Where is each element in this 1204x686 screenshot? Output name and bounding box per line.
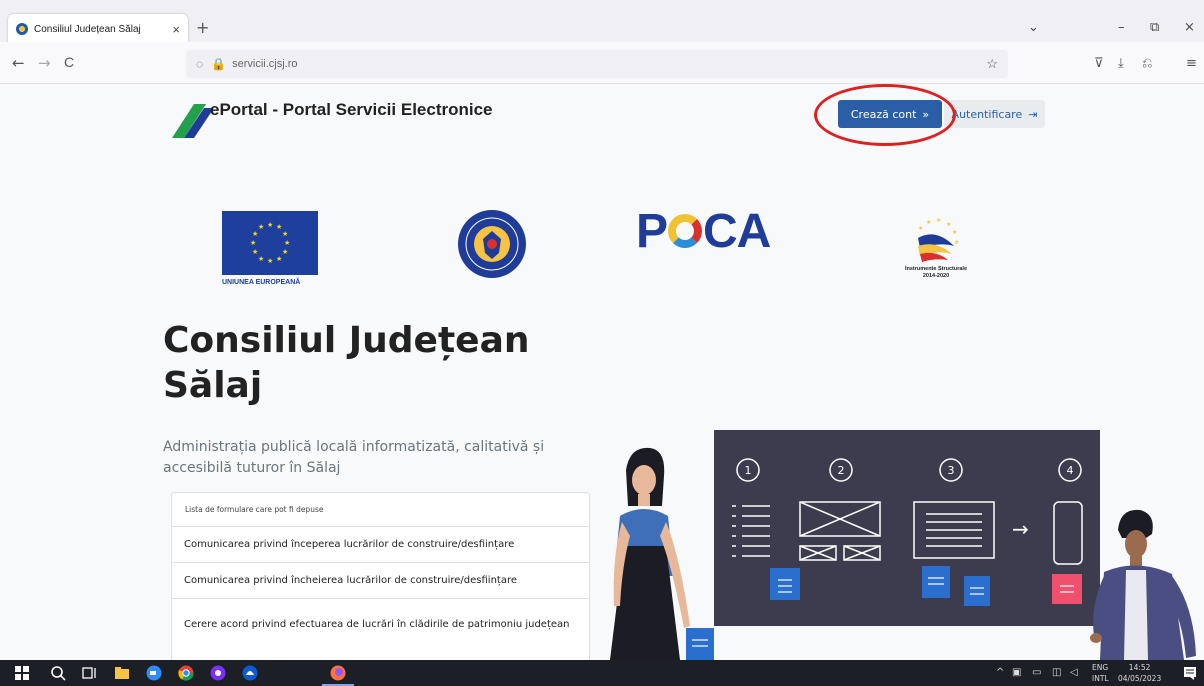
svg-text:★: ★ [276, 255, 282, 263]
create-account-label: Crează cont [850, 107, 917, 121]
address-bar[interactable]: ◌ 🔒 servicii.cjsj.ro ☆ [186, 50, 1008, 78]
restore-button[interactable]: ⧉ [1150, 20, 1159, 35]
svg-text:★: ★ [282, 230, 288, 238]
step-number: 1 [745, 464, 752, 477]
notifications-icon[interactable] [1182, 665, 1198, 681]
eu-flag-logo: ★ ★★ ★★★ ★★★ ★★★ [222, 211, 318, 275]
minimize-button[interactable]: – [1118, 20, 1125, 35]
government-seal-logo [458, 210, 526, 278]
tracking-shield-icon[interactable]: ◌ [196, 57, 203, 71]
step-number: 2 [838, 464, 845, 477]
extensions-icon[interactable]: ⎌ [1142, 56, 1152, 71]
step-number: 4 [1067, 464, 1074, 477]
process-illustration: 1 2 3 4 → [610, 430, 1196, 660]
bookmark-star-icon[interactable]: ☆ [986, 56, 998, 72]
forward-button[interactable]: → [38, 54, 51, 72]
input-language[interactable]: ENG INTL [1092, 662, 1109, 684]
zoom-icon[interactable] [146, 665, 162, 681]
svg-text:★: ★ [952, 229, 957, 236]
step-number: 3 [948, 464, 955, 477]
svg-text:★: ★ [250, 239, 256, 247]
sign-in-icon: ⇥ [1028, 107, 1038, 121]
svg-text:★: ★ [918, 225, 923, 232]
reload-button[interactable]: C [64, 54, 74, 70]
eu-caption: UNIUNEA EUROPEANĂ [222, 279, 301, 286]
structural-instruments-logo: ★ ★★ ★★★ [918, 217, 959, 262]
network-icon[interactable]: ◫ [1052, 667, 1061, 678]
store-app-icon[interactable] [242, 665, 258, 681]
woman-figure [610, 447, 690, 660]
system-clock[interactable]: 14:52 04/05/2023 [1118, 662, 1161, 684]
windows-taskbar: ^ ▣ ▭ ◫ ◁ ENG INTL 14:52 04/05/2023 [0, 660, 1204, 686]
browser-tab-bar: Consiliul Județean Sălaj × + ⌄ – ⧉ × [0, 0, 1204, 44]
double-chevron-right-icon: » [922, 107, 930, 121]
svg-text:★: ★ [282, 248, 288, 256]
page-content: ePortal - Portal Servicii Electronice Cr… [0, 84, 1204, 660]
tray-chevron-icon[interactable]: ^ [996, 667, 1004, 678]
forms-list-card: Lista de formulare care pot fi depuse Co… [171, 492, 590, 660]
app-menu-icon[interactable]: ≡ [1186, 56, 1197, 71]
svg-text:★: ★ [936, 217, 941, 224]
svg-text:★: ★ [926, 219, 931, 226]
site-brand-title[interactable]: ePortal - Portal Servicii Electronice [210, 100, 493, 120]
svg-text:★: ★ [946, 221, 951, 228]
poca-ring-icon [668, 214, 703, 248]
login-label: Autentificare [951, 107, 1023, 121]
eportal-logo-icon[interactable] [170, 98, 212, 140]
chrome-icon[interactable] [178, 665, 194, 681]
form-list-item[interactable]: Cerere acord privind efectuarea de lucră… [172, 599, 589, 651]
pocket-icon[interactable]: ⊽ [1094, 56, 1104, 71]
url-text[interactable]: servicii.cjsj.ro [232, 58, 297, 70]
battery-icon[interactable]: ▭ [1032, 667, 1041, 678]
close-window-button[interactable]: × [1184, 20, 1195, 35]
forms-list-heading: Lista de formulare care pot fi depuse [172, 493, 589, 527]
svg-text:★: ★ [258, 223, 264, 231]
page-subtitle: Administrația publică locală informatiza… [163, 439, 545, 476]
arrow-right-icon: → [1012, 517, 1029, 541]
downloads-icon[interactable]: ⤓ [1118, 56, 1124, 71]
create-account-button[interactable]: Crează cont » [838, 100, 942, 128]
page-title: Consiliul Județean Sălaj [163, 320, 530, 406]
form-list-item[interactable]: Comunicarea privind încheierea lucrărilo… [172, 563, 589, 599]
poca-logo: P CA [636, 205, 771, 258]
tray-app-icon[interactable]: ▣ [1012, 667, 1021, 678]
tab-close-icon[interactable]: × [172, 22, 180, 37]
login-button[interactable]: Autentificare ⇥ [944, 100, 1045, 128]
svg-text:★: ★ [284, 239, 290, 247]
man-figure [1090, 509, 1196, 660]
windows-start-icon[interactable] [14, 665, 30, 681]
search-icon[interactable] [50, 665, 66, 681]
firefox-icon[interactable] [330, 665, 346, 681]
svg-text:★: ★ [267, 257, 273, 265]
form-list-item[interactable]: Comunicarea privind începerea lucrărilor… [172, 527, 589, 563]
insecure-lock-icon[interactable]: 🔒 [211, 57, 226, 71]
volume-icon[interactable]: ◁ [1070, 667, 1078, 678]
task-view-icon[interactable] [82, 665, 98, 681]
media-app-icon[interactable] [210, 665, 226, 681]
svg-text:★: ★ [252, 248, 258, 256]
tab-title: Consiliul Județean Sălaj [34, 23, 141, 35]
new-tab-button[interactable]: + [196, 18, 209, 37]
svg-text:★: ★ [252, 230, 258, 238]
file-explorer-icon[interactable] [114, 665, 130, 681]
svg-text:★: ★ [954, 239, 959, 246]
svg-text:★: ★ [267, 221, 273, 229]
browser-tab[interactable]: Consiliul Județean Sălaj × [8, 14, 188, 44]
site-favicon-icon [16, 23, 28, 35]
list-all-tabs-icon[interactable]: ⌄ [1028, 20, 1039, 35]
back-button[interactable]: ← [12, 54, 25, 72]
svg-text:★: ★ [258, 255, 264, 263]
structural-instruments-caption: Instrumente Structurale 2014-2020 [904, 266, 968, 280]
